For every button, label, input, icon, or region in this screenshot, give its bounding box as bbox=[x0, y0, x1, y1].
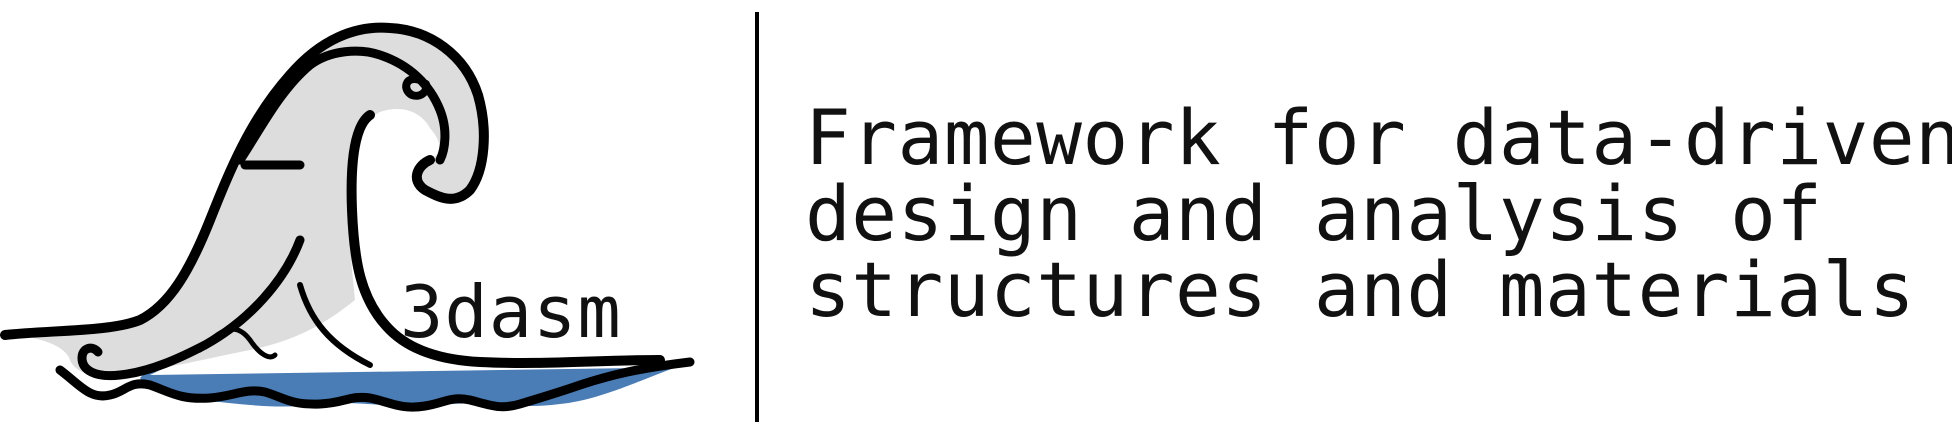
tagline-line-2: design and analysis of bbox=[805, 169, 1823, 258]
tagline-line-1: Framework for data-driven bbox=[805, 93, 1952, 182]
wave-logo-icon bbox=[0, 22, 695, 412]
brand-name: 3dasm bbox=[400, 270, 622, 354]
logo bbox=[0, 0, 720, 434]
divider bbox=[755, 12, 759, 422]
page: 3dasm Framework for data-driven design a… bbox=[0, 0, 1952, 434]
tagline: Framework for data-driven design and ana… bbox=[805, 93, 1952, 334]
tagline-line-3: structures and materials bbox=[805, 245, 1916, 334]
